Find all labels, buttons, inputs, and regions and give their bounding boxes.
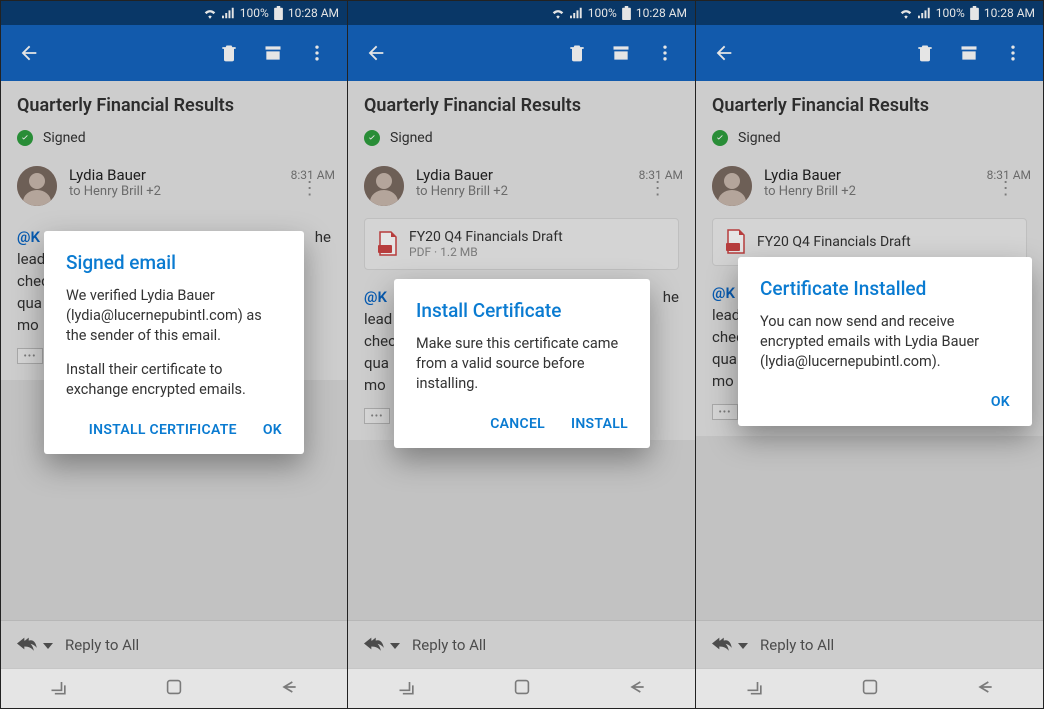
signed-email-dialog: Signed email We verified Lydia Bauer (ly… (44, 231, 304, 454)
dialog-title: Signed email (66, 251, 282, 274)
ok-button[interactable]: OK (991, 394, 1010, 410)
install-certificate-dialog: Install Certificate Make sure this certi… (394, 279, 650, 448)
dialog-title: Install Certificate (416, 299, 628, 322)
ok-button[interactable]: OK (263, 422, 282, 438)
install-button[interactable]: INSTALL (571, 416, 628, 432)
dialog-body: You can now send and receive encrypted e… (760, 312, 1010, 372)
install-certificate-button[interactable]: INSTALL CERTIFICATE (89, 422, 237, 438)
dialog-title: Certificate Installed (760, 277, 1010, 300)
cancel-button[interactable]: CANCEL (490, 416, 545, 432)
dialog-body: We verified Lydia Bauer (lydia@lucernepu… (66, 286, 282, 400)
dialog-body: Make sure this certificate came from a v… (416, 334, 628, 394)
certificate-installed-dialog: Certificate Installed You can now send a… (738, 257, 1032, 426)
